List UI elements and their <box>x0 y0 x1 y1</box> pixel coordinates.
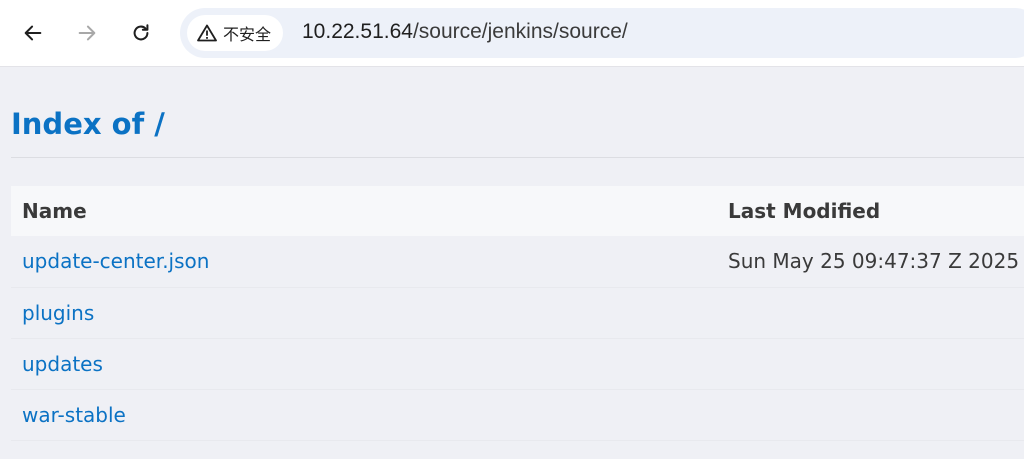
url-host: 10.22.51.64 <box>302 20 413 43</box>
arrow-left-icon <box>24 25 42 41</box>
table-row: plugins <box>11 287 1024 338</box>
last-modified-cell <box>721 338 1024 389</box>
table-row: updates <box>11 338 1024 389</box>
last-modified-cell <box>721 389 1024 440</box>
column-header-last-modified[interactable]: Last Modified <box>721 186 1024 236</box>
last-modified-cell: Sun May 25 09:47:37 Z 2025 <box>728 249 1020 274</box>
reload-icon <box>133 24 149 41</box>
arrow-right-icon <box>78 25 96 41</box>
security-indicator[interactable]: 不安全 <box>187 15 284 51</box>
warning-icon <box>197 24 217 42</box>
title-divider <box>11 157 1024 158</box>
page-title: Index of / <box>11 107 165 141</box>
back-button[interactable] <box>16 16 50 50</box>
file-link-update-center-json[interactable]: update-center.json <box>22 249 209 273</box>
table-row: war-stable <box>11 389 1024 440</box>
forward-button[interactable] <box>70 16 104 50</box>
browser-toolbar: 不安全 10.22.51.64/source/jenkins/source/ <box>0 0 1024 67</box>
folder-link-plugins[interactable]: plugins <box>22 301 94 325</box>
security-label: 不安全 <box>223 25 272 44</box>
folder-link-updates[interactable]: updates <box>22 352 103 376</box>
last-modified-cell <box>721 287 1024 338</box>
url-text[interactable]: 10.22.51.64/source/jenkins/source/ <box>302 20 628 44</box>
reload-button[interactable] <box>124 16 158 50</box>
table-header-row: Name Last Modified <box>11 186 1024 236</box>
table-row: update-center.json Sun May 25 09:47:37 Z… <box>11 236 1024 287</box>
folder-link-war-stable[interactable]: war-stable <box>22 403 126 427</box>
address-bar[interactable]: 不安全 10.22.51.64/source/jenkins/source/ <box>180 8 1024 58</box>
file-listing-table: Name Last Modified update-center.json Su… <box>11 186 1024 441</box>
column-header-name[interactable]: Name <box>11 186 721 236</box>
url-path: /source/jenkins/source/ <box>412 20 628 43</box>
